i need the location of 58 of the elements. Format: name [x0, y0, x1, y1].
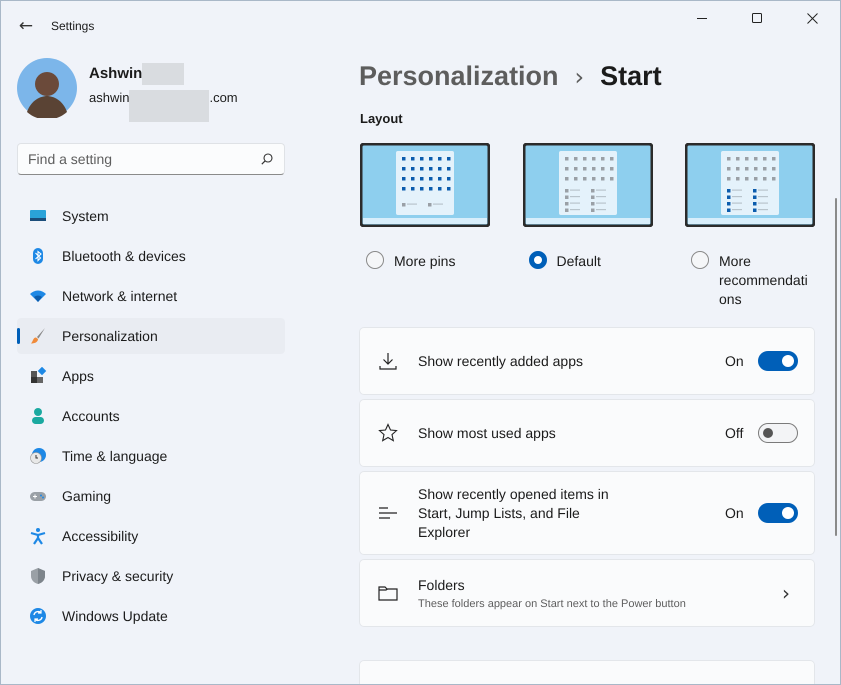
apps-icon [29, 367, 47, 385]
setting-title: Folders [418, 576, 466, 595]
star-icon [378, 423, 398, 443]
update-icon [29, 607, 47, 625]
radio-label: More pins [394, 252, 456, 271]
breadcrumb-separator: › [574, 63, 584, 91]
avatar-icon [17, 58, 77, 118]
search-field[interactable]: Find a setting [17, 143, 285, 175]
download-icon [378, 351, 398, 371]
layout-preview-drawing[interactable] [360, 143, 490, 227]
sidebar-item[interactable]: Windows Update [17, 598, 285, 634]
sidebar-item[interactable]: Time & language [17, 438, 285, 474]
chevron-icon[interactable]: › [782, 581, 790, 605]
toggle-switch[interactable] [758, 423, 798, 443]
sidebar-item[interactable]: System [17, 198, 285, 234]
sidebar-item[interactable]: Personalization [17, 318, 285, 354]
sidebar-item[interactable]: Bluetooth & devices [17, 238, 285, 274]
clock-globe-icon [29, 447, 47, 465]
layout-preview-drawing[interactable] [522, 143, 652, 227]
radio-label: More recommendations [719, 252, 809, 309]
toggle-switch[interactable] [758, 351, 798, 371]
selection-indicator [17, 328, 20, 344]
page-title: Start [600, 61, 662, 92]
radio-button[interactable] [528, 251, 546, 269]
person-icon [29, 407, 47, 425]
sidebar-item[interactable]: Accessibility [17, 518, 285, 554]
account-email: ashwin [89, 90, 130, 105]
section-heading: Layout [360, 111, 404, 126]
search-icon [261, 153, 273, 165]
radio-button[interactable] [366, 251, 384, 269]
radio-button[interactable] [691, 251, 709, 269]
setting-title: Show recently added apps [418, 352, 584, 370]
breadcrumb-parent[interactable]: Personalization [359, 61, 559, 92]
sidebar-item[interactable]: Network & internet [17, 278, 285, 314]
paintbrush-icon [29, 327, 47, 345]
radio-label: Default [556, 252, 602, 271]
toggle-switch[interactable] [758, 503, 798, 523]
account-name: Ashwin [89, 65, 142, 82]
shield-icon [29, 567, 47, 585]
layout-preview-drawing[interactable] [685, 143, 815, 227]
window-title: Settings [51, 19, 94, 33]
toggle-state: On [725, 505, 745, 521]
account-email: .com [209, 90, 238, 105]
scrollbar[interactable] [835, 198, 837, 536]
setting-title: Show recently opened items in Start, Jump Lists, and File Explorer [418, 484, 610, 542]
setting-description: These folders appear on Start next to the Power button [418, 598, 687, 610]
redaction-block [142, 62, 184, 84]
sidebar-item[interactable]: Apps [17, 358, 285, 394]
back-button[interactable]: ← [15, 15, 37, 37]
sidebar-item[interactable]: Privacy & security [17, 558, 285, 594]
maximize-icon [752, 12, 763, 24]
toggle-state: Off [725, 425, 744, 441]
sidebar-item[interactable]: Accounts [17, 398, 285, 434]
toggle-state: On [725, 353, 745, 369]
close-icon [807, 12, 818, 24]
sidebar-item[interactable]: Gaming [17, 478, 285, 514]
setting-title: Show most used apps [418, 424, 557, 442]
accessibility-icon [29, 527, 47, 545]
